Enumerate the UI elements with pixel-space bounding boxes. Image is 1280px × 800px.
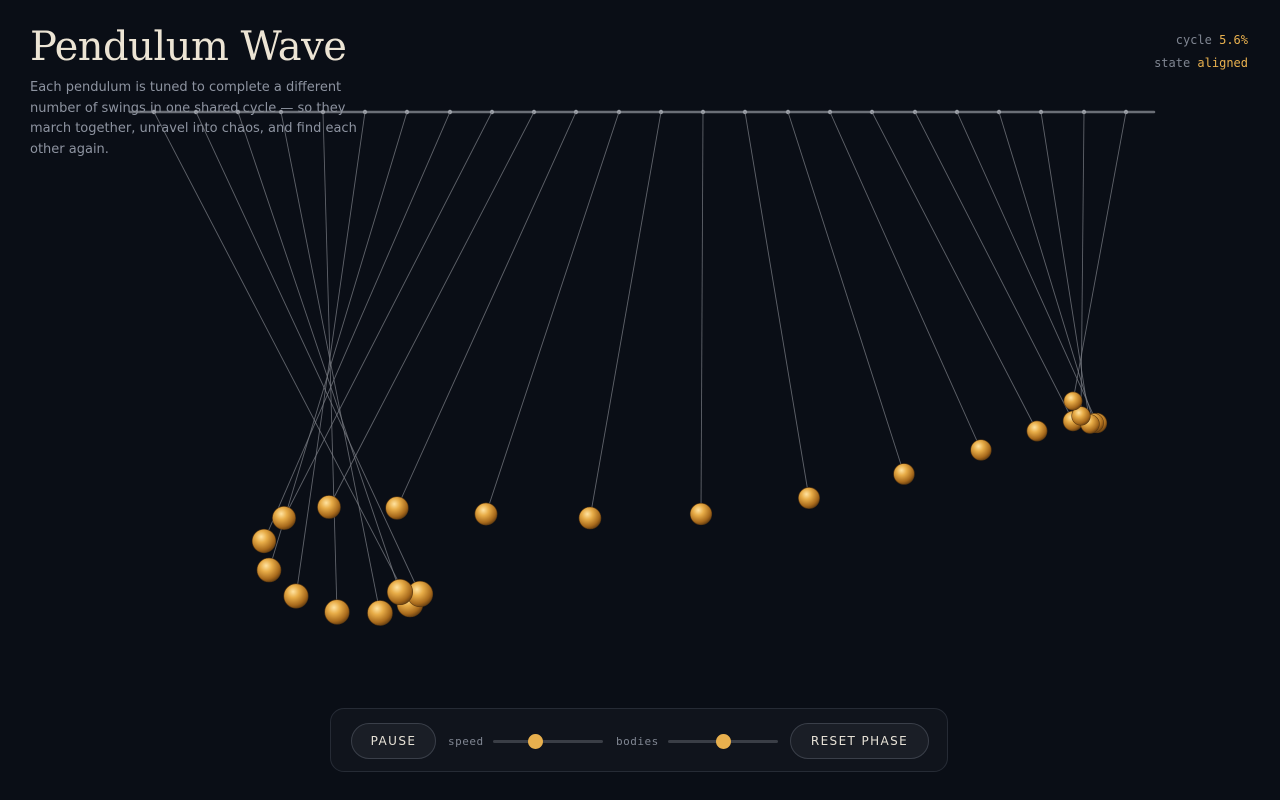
pause-button[interactable]: PAUSE — [351, 723, 436, 759]
pendulum-string — [396, 111, 577, 509]
pendulum-string — [589, 111, 662, 519]
pendulum-bob — [317, 495, 341, 519]
pivot-point — [996, 109, 1002, 115]
pivot-point — [404, 109, 410, 115]
pendulum-bob — [396, 590, 424, 618]
pendulum-string — [998, 111, 1095, 424]
pivot-point — [573, 109, 579, 115]
pivot-point — [1123, 109, 1129, 115]
cycle-label: cycle — [1175, 33, 1212, 47]
pendulum-string — [237, 111, 401, 593]
control-panel: PAUSE speed bodies RESET PHASE — [330, 708, 948, 772]
state-readout: state aligned — [1154, 56, 1248, 70]
pendulum-bob — [367, 600, 393, 626]
pivot-point — [785, 109, 791, 115]
pivot-point — [658, 109, 664, 115]
pendulum-string — [1040, 111, 1091, 425]
pendulum-bob — [474, 502, 498, 526]
speed-label: speed — [448, 735, 484, 748]
reset-phase-button[interactable]: RESET PHASE — [790, 723, 929, 759]
pendulum-string — [295, 111, 366, 597]
state-label: state — [1154, 56, 1191, 70]
pendulum-bob — [386, 578, 413, 605]
pendulum-bob — [578, 506, 602, 530]
pendulum-bob — [893, 463, 915, 485]
pendulum-string — [328, 111, 535, 508]
pivot-point — [869, 109, 875, 115]
pendulum-string — [283, 111, 493, 519]
cycle-value: 5.6% — [1219, 33, 1248, 47]
pendulum-bob — [1080, 414, 1100, 434]
pendulum-bob — [689, 502, 713, 526]
pendulum-bob — [1086, 412, 1108, 434]
pendulum-string — [322, 111, 338, 613]
pendulum-bob — [1062, 410, 1084, 432]
pendulum-bob — [1026, 420, 1048, 442]
pendulum-bob — [1063, 391, 1083, 411]
speed-slider[interactable] — [493, 734, 603, 749]
pendulum-string — [263, 111, 451, 542]
pendulum-string — [829, 111, 982, 451]
pendulum-string — [153, 111, 411, 605]
pivot-point — [742, 109, 748, 115]
pendulum-string — [700, 111, 704, 515]
page-title: Pendulum Wave — [30, 24, 347, 70]
pendulum-string — [1080, 111, 1085, 417]
pivot-point — [912, 109, 918, 115]
pendulum-string — [280, 111, 381, 614]
pendulum-bob — [256, 557, 282, 583]
pendulum-string — [744, 111, 810, 499]
pendulum-string — [485, 111, 620, 515]
pivot-point — [827, 109, 833, 115]
bodies-slider[interactable] — [668, 734, 778, 749]
pendulum-bob — [798, 487, 820, 509]
pendulum-bob — [283, 583, 309, 609]
pendulum-bob — [385, 496, 409, 520]
pivot-point — [954, 109, 960, 115]
pendulum-bob — [406, 580, 434, 608]
pendulum-string — [871, 111, 1038, 432]
pendulum-string — [914, 111, 1074, 422]
pendulum-string — [787, 111, 905, 475]
cycle-readout: cycle 5.6% — [1176, 33, 1248, 47]
pendulum-string — [956, 111, 1098, 424]
pivot-point — [447, 109, 453, 115]
speed-slider-thumb[interactable] — [527, 734, 543, 749]
pendulum-bob — [324, 599, 350, 625]
pivot-point — [1038, 109, 1044, 115]
pendulum-bob — [1071, 406, 1091, 426]
pivot-point — [1081, 109, 1087, 115]
state-value: aligned — [1197, 56, 1248, 70]
pivot-point — [616, 109, 622, 115]
pivot-point — [531, 109, 537, 115]
bodies-label: bodies — [616, 735, 659, 748]
pendulum-bob — [1084, 413, 1104, 433]
bodies-slider-thumb[interactable] — [716, 734, 731, 749]
pendulum-string — [1072, 111, 1127, 402]
pendulum-bob — [272, 506, 296, 530]
pivot-point — [489, 109, 495, 115]
pivot-point — [700, 109, 706, 115]
pendulum-string — [195, 111, 421, 595]
pendulum-bob — [251, 528, 277, 554]
pendulum-bob — [970, 439, 992, 461]
page-description: Each pendulum is tuned to complete a dif… — [30, 80, 357, 157]
pendulum-string — [268, 111, 408, 571]
